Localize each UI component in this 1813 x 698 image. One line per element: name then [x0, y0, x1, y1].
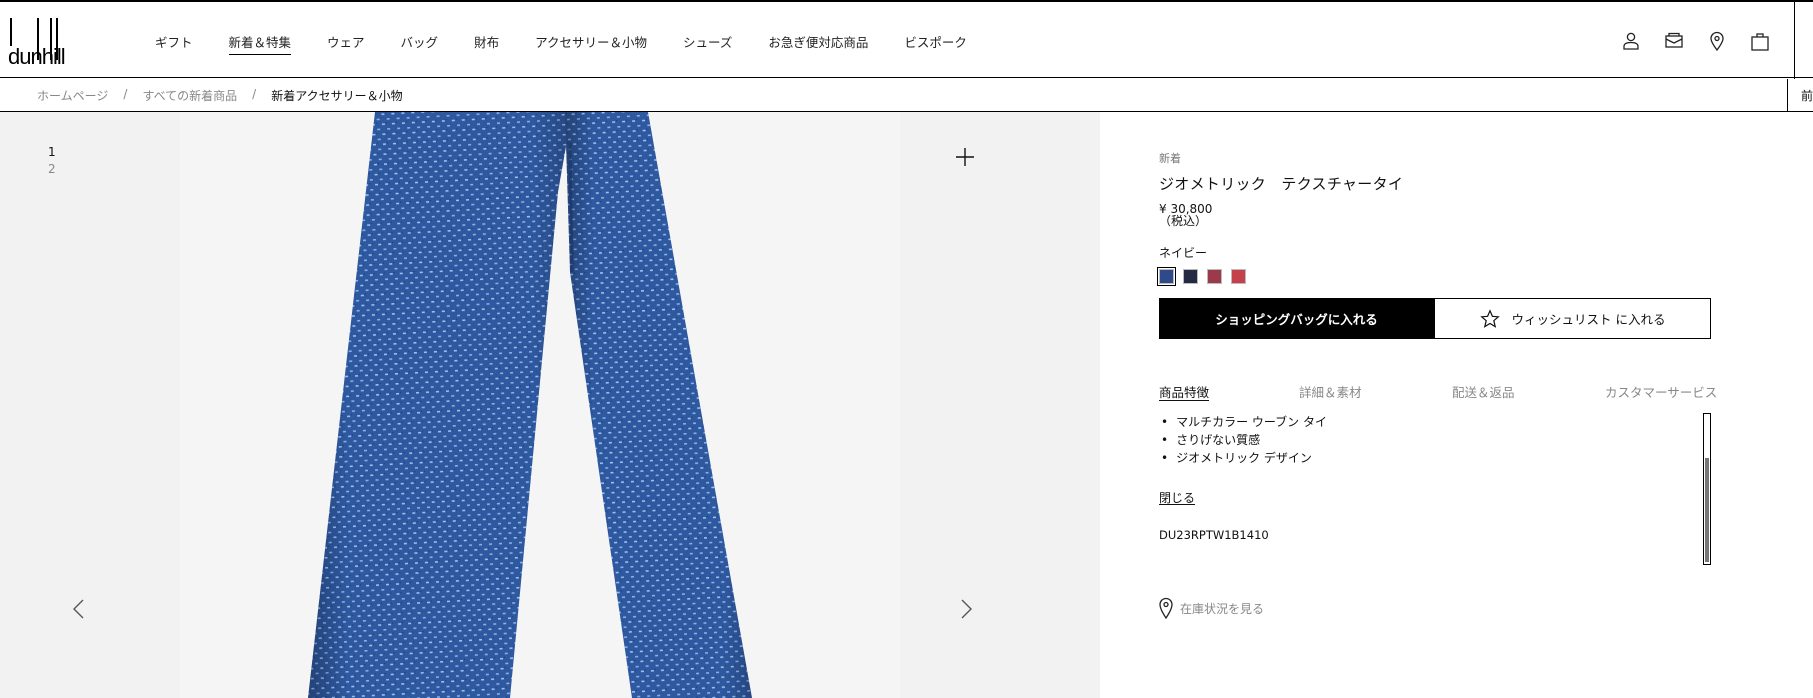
store-locator-icon[interactable]: [1706, 30, 1728, 52]
list-item: マルチカラー ウーブン タイ: [1159, 413, 1327, 431]
tab-customer-service[interactable]: カスタマーサービス: [1605, 382, 1717, 401]
zoom-icon[interactable]: [955, 147, 975, 167]
nav-wallets[interactable]: 財布: [474, 32, 499, 55]
breadcrumb-separator: /: [123, 87, 128, 101]
tax-note: （税込）: [1159, 214, 1208, 228]
color-swatches: [1157, 267, 1759, 286]
scrollbar-thumb[interactable]: [1705, 458, 1709, 562]
breadcrumb-all-new[interactable]: すべての新着商品: [142, 87, 237, 104]
image-page-1[interactable]: 1: [48, 144, 56, 161]
product-gallery: 1 2: [0, 112, 1100, 698]
nav-shoes[interactable]: シューズ: [683, 32, 732, 55]
list-item: ジオメトリック デザイン: [1159, 449, 1327, 467]
breadcrumb-home[interactable]: ホームページ: [37, 87, 108, 104]
purchase-actions: ショッピングバッグに入れる ウィッシュリスト に入れる: [1159, 298, 1711, 339]
stock-availability-link[interactable]: 在庫状況を見る: [1159, 597, 1264, 619]
header-divider: [1794, 2, 1795, 80]
add-to-wishlist-button[interactable]: ウィッシュリスト に入れる: [1434, 298, 1711, 339]
nav-wear[interactable]: ウェア: [327, 32, 365, 55]
chevron-left-icon[interactable]: [70, 598, 88, 620]
tab-shipping-returns[interactable]: 配送＆返品: [1452, 382, 1515, 401]
site-header: dunhill ギフト 新着＆特集 ウェア バッグ 財布 アクセサリー＆小物 シ…: [0, 2, 1813, 80]
wishlist-label: ウィッシュリスト に入れる: [1511, 312, 1666, 327]
new-badge: 新着: [1159, 152, 1181, 165]
logo-mark: dunhill: [8, 18, 66, 69]
add-to-bag-button[interactable]: ショッピングバッグに入れる: [1159, 298, 1434, 339]
nav-accessories[interactable]: アクセサリー＆小物: [535, 32, 647, 55]
swatch-dark-navy[interactable]: [1183, 269, 1198, 284]
breadcrumb: ホームページ / すべての新着商品 / 新着アクセサリー＆小物: [37, 87, 403, 104]
mail-icon[interactable]: [1663, 30, 1685, 52]
swatch-red[interactable]: [1231, 269, 1246, 284]
product-title: ジオメトリック テクスチャータイ: [1159, 175, 1404, 193]
product-image[interactable]: [180, 112, 900, 698]
nav-gift[interactable]: ギフト: [155, 32, 193, 55]
image-pagination: 1 2: [48, 144, 56, 178]
shopping-bag-icon[interactable]: [1749, 30, 1771, 52]
color-name: ネイビー: [1159, 246, 1208, 260]
previous-link[interactable]: 前: [1787, 79, 1813, 112]
main-nav: ギフト 新着＆特集 ウェア バッグ 財布 アクセサリー＆小物 シューズ お急ぎ便…: [155, 32, 1003, 55]
dunhill-logo[interactable]: dunhill: [8, 16, 68, 69]
image-page-2[interactable]: 2: [48, 161, 56, 178]
product-price: ¥ 30,800: [1159, 202, 1213, 216]
list-item: さりげない質感: [1159, 431, 1327, 449]
swatch-navy[interactable]: [1157, 267, 1176, 286]
nav-new-featured[interactable]: 新着＆特集: [228, 32, 292, 55]
nav-bespoke[interactable]: ビスポーク: [904, 32, 967, 55]
header-icons: [1620, 30, 1792, 52]
account-icon[interactable]: [1620, 30, 1642, 52]
feature-list: マルチカラー ウーブン タイ さりげない質感 ジオメトリック デザイン: [1159, 413, 1327, 467]
star-icon: [1479, 308, 1500, 328]
tab-features[interactable]: 商品特徴: [1159, 382, 1209, 401]
stock-label: 在庫状況を見る: [1180, 601, 1265, 616]
tab-details-material[interactable]: 詳細＆素材: [1299, 382, 1362, 401]
breadcrumb-separator: /: [252, 87, 257, 101]
scrollbar[interactable]: [1703, 413, 1711, 565]
nav-bags[interactable]: バッグ: [401, 32, 439, 55]
chevron-right-icon[interactable]: [957, 598, 975, 620]
product-sku: DU23RPTW1B1410: [1159, 528, 1269, 542]
breadcrumb-bar: ホームページ / すべての新着商品 / 新着アクセサリー＆小物 前: [0, 79, 1813, 112]
breadcrumb-current: 新着アクセサリー＆小物: [271, 89, 403, 103]
product-info: 新着 ジオメトリック テクスチャータイ ¥ 30,800 （税込） ネイビー シ…: [1157, 150, 1759, 619]
location-pin-icon: [1159, 597, 1173, 619]
swatch-burgundy[interactable]: [1207, 269, 1222, 284]
nav-express[interactable]: お急ぎ便対応商品: [768, 32, 868, 55]
close-link[interactable]: 閉じる: [1159, 489, 1195, 506]
